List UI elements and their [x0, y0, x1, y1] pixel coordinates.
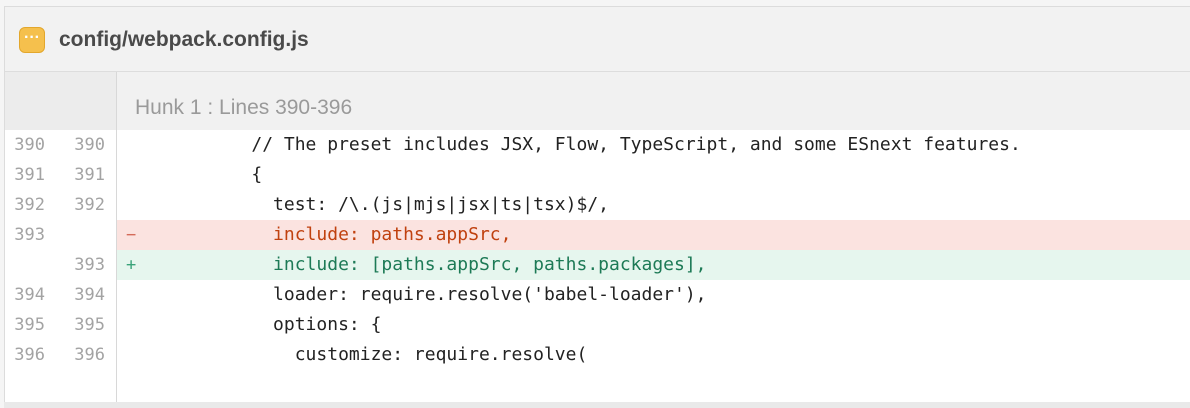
old-line-number: 390	[14, 135, 45, 155]
context-line[interactable]: 391 391 {	[5, 160, 1190, 190]
code-text: include: paths.appSrc,	[143, 224, 512, 245]
hunk-label: Hunk 1 : Lines 390-396	[135, 96, 353, 119]
bottom-scroll-area	[4, 402, 1190, 408]
plus-icon: +	[126, 255, 137, 275]
code-text: loader: require.resolve('babel-loader'),	[143, 284, 707, 305]
new-line-number: 391	[74, 165, 105, 185]
deleted-line[interactable]: 393 − include: paths.appSrc,	[5, 220, 1190, 250]
code-text: test: /\.(js|mjs|jsx|ts|tsx)$/,	[143, 194, 609, 215]
code-area: 390 390 // The preset includes JSX, Flow,…	[5, 130, 1190, 403]
ellipsis-file-icon: ···	[19, 27, 45, 53]
new-line-number: 392	[74, 195, 105, 215]
diff-panel: ··· config/webpack.config.js Hunk 1 : Li…	[4, 6, 1190, 403]
old-line-number: 396	[14, 345, 45, 365]
code-text: include: [paths.appSrc, paths.packages],	[143, 254, 707, 275]
new-line-number: 395	[74, 315, 105, 335]
added-line[interactable]: 393 + include: [paths.appSrc, paths.packa…	[5, 250, 1190, 280]
file-header[interactable]: ··· config/webpack.config.js	[5, 7, 1190, 72]
file-path: config/webpack.config.js	[59, 28, 309, 51]
hunk-header: Hunk 1 : Lines 390-396	[5, 72, 1190, 130]
context-line[interactable]: 396 396 customize: require.resolve(	[5, 340, 1190, 370]
file-icon-glyph: ···	[24, 29, 40, 46]
context-line[interactable]: 392 392 test: /\.(js|mjs|jsx|ts|tsx)$/,	[5, 190, 1190, 220]
code-text: customize: require.resolve(	[143, 344, 588, 365]
new-line-number: 394	[74, 285, 105, 305]
context-line[interactable]: 395 395 options: {	[5, 310, 1190, 340]
code-text: {	[143, 164, 263, 185]
new-line-number: 396	[74, 345, 105, 365]
code-text: options: {	[143, 314, 382, 335]
minus-icon: −	[126, 225, 137, 245]
old-line-number: 393	[14, 225, 45, 245]
old-line-number: 395	[14, 315, 45, 335]
old-line-number: 392	[14, 195, 45, 215]
old-line-number: 394	[14, 285, 45, 305]
code-text: // The preset includes JSX, Flow, TypeSc…	[143, 134, 1021, 155]
context-line[interactable]: 394 394 loader: require.resolve('babel-lo…	[5, 280, 1190, 310]
old-line-number: 391	[14, 165, 45, 185]
hunk-gutter	[5, 72, 117, 130]
new-line-number: 390	[74, 135, 105, 155]
new-line-number: 393	[74, 255, 105, 275]
context-line[interactable]: 390 390 // The preset includes JSX, Flow,…	[5, 130, 1190, 160]
